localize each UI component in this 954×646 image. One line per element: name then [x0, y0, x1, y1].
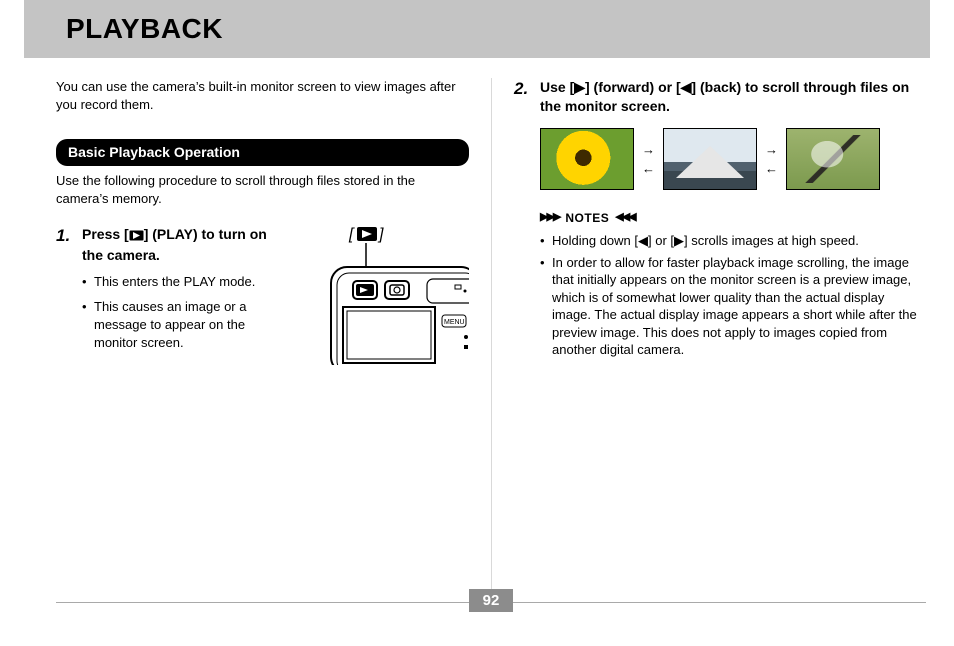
notes-list: •Holding down [◀] or [▶] scrolls images … — [514, 232, 918, 359]
notes-ornament-right-icon: ◀◀◀ — [615, 210, 634, 225]
thumbnail-image — [663, 128, 757, 190]
step-2-title: Use [▶] (forward) or [◀] (back) to scrol… — [540, 78, 918, 116]
notes-heading: ▶▶▶ NOTES ◀◀◀ — [540, 210, 918, 226]
manual-page: PLAYBACK You can use the camera’s built-… — [0, 0, 954, 646]
page-number: 92 — [469, 589, 514, 612]
camera-illustration: [ ] — [319, 225, 469, 365]
step-1-title-a: Press [ — [82, 226, 129, 242]
step-1-bullets: •This enters the PLAY mode. •This causes… — [82, 273, 287, 351]
note-text: Holding down [◀] or [▶] scrolls images a… — [552, 232, 859, 250]
page-title: PLAYBACK — [66, 13, 223, 45]
svg-text:[: [ — [348, 226, 355, 243]
section-subtext: Use the following procedure to scroll th… — [56, 172, 469, 207]
section-heading: Basic Playback Operation — [56, 139, 469, 166]
step-1: 1. Press [] (PLAY) to turn on the camera… — [56, 225, 469, 365]
step-1-body: Press [] (PLAY) to turn on the camera. •… — [82, 225, 287, 359]
thumbnail-image — [786, 128, 880, 190]
list-item: •This causes an image or a message to ap… — [82, 298, 287, 351]
arrow-right-icon: → — [765, 143, 778, 156]
step-number: 1. — [56, 225, 82, 248]
page-footer: 92 — [56, 601, 926, 604]
arrow-left-icon: ← — [765, 162, 778, 175]
scroll-thumbnails: → ← → ← — [540, 128, 918, 190]
scroll-arrows: → ← — [765, 143, 778, 175]
scroll-arrows: → ← — [642, 143, 655, 175]
left-column: You can use the camera’s built-in monito… — [56, 78, 491, 592]
note-text: In order to allow for faster playback im… — [552, 254, 918, 359]
list-item: •In order to allow for faster playback i… — [540, 254, 918, 359]
right-column: 2. Use [▶] (forward) or [◀] (back) to sc… — [491, 78, 926, 592]
thumbnail-image — [540, 128, 634, 190]
notes-ornament-left-icon: ▶▶▶ — [540, 210, 559, 225]
play-button-icon — [129, 227, 144, 246]
list-item: •This enters the PLAY mode. — [82, 273, 287, 291]
bullet-text: This causes an image or a message to app… — [94, 298, 287, 351]
arrow-left-icon: ← — [642, 162, 655, 175]
page-header: PLAYBACK — [24, 0, 930, 58]
divider — [513, 602, 926, 603]
notes-label: NOTES — [565, 210, 609, 226]
svg-text:MENU: MENU — [444, 319, 465, 326]
step-number: 2. — [514, 78, 540, 101]
list-item: •Holding down [◀] or [▶] scrolls images … — [540, 232, 918, 250]
svg-text:]: ] — [377, 226, 384, 243]
step-2: 2. Use [▶] (forward) or [◀] (back) to sc… — [514, 78, 918, 116]
bullet-text: This enters the PLAY mode. — [94, 273, 255, 291]
intro-text: You can use the camera’s built-in monito… — [56, 78, 469, 113]
step-1-title: Press [] (PLAY) to turn on the camera. — [82, 225, 287, 265]
content-area: You can use the camera’s built-in monito… — [56, 78, 926, 592]
divider — [56, 602, 469, 603]
arrow-right-icon: → — [642, 143, 655, 156]
